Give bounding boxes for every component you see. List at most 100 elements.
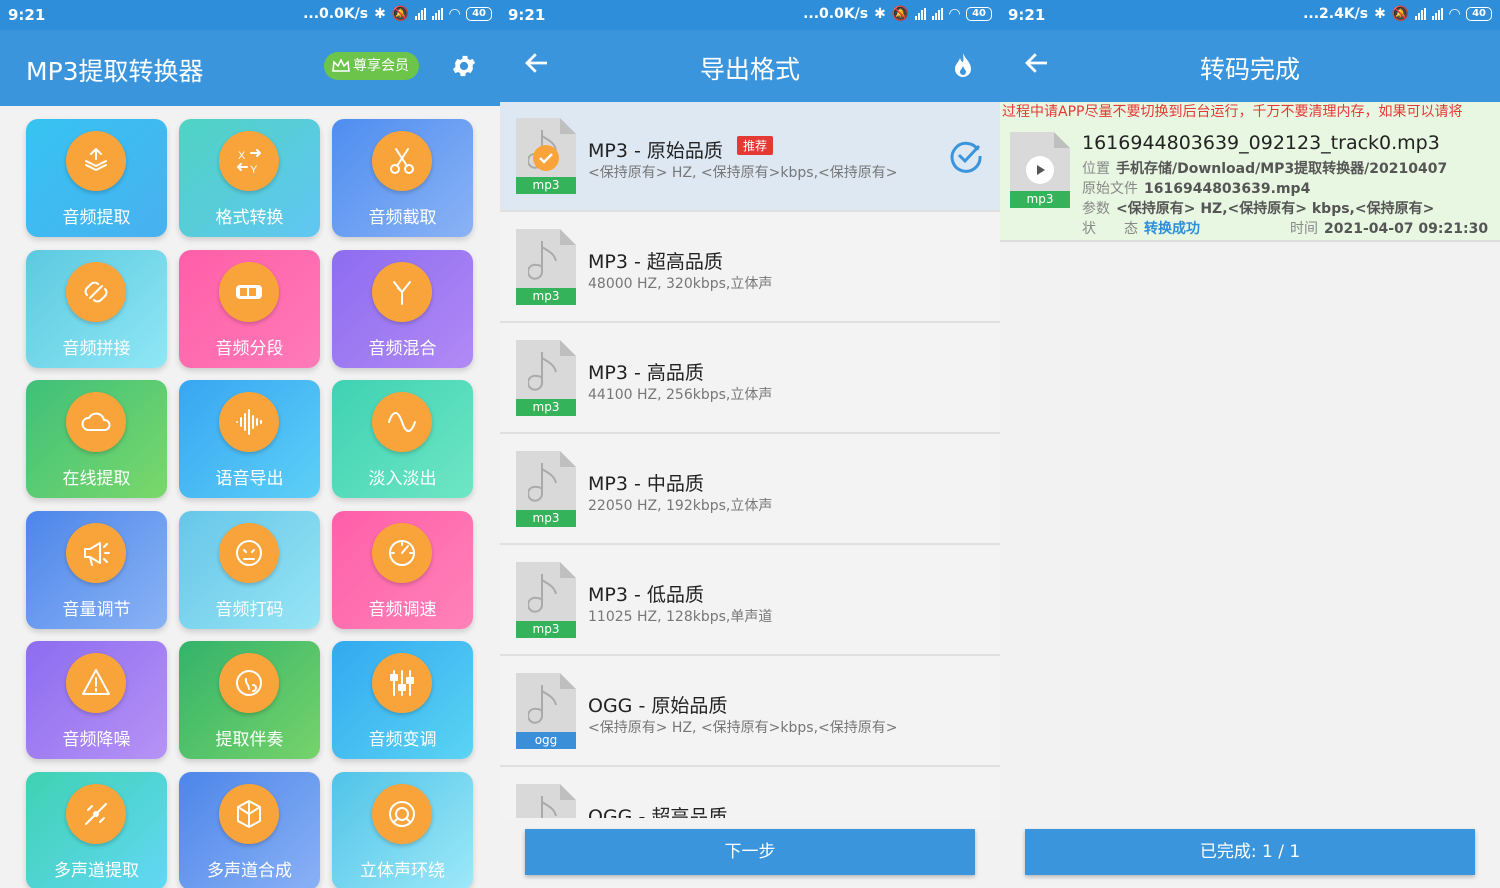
file-icon: mp3 (516, 562, 576, 638)
state-row: 状 态转换成功 (1082, 221, 1200, 237)
format-row[interactable]: ogg OGG - 超高品质 (500, 768, 1000, 818)
gear-icon[interactable] (450, 52, 478, 80)
params-row: 参数 <保持原有> HZ,<保持原有> kbps,<保持原有> (1082, 201, 1435, 217)
tile-segment[interactable]: 音频分段 (179, 249, 320, 368)
vip-button[interactable]: 尊享会员 (324, 52, 419, 80)
signal-icon (932, 8, 944, 20)
result-item[interactable]: mp3 1616944803639_092123_track0.mp3 位置 手机… (1000, 122, 1500, 242)
scissors-icon (390, 148, 414, 174)
wifi-icon: ◠ (949, 6, 961, 22)
network-speed: ...2.4K/s (1303, 6, 1369, 22)
app-bar: MP3提取转换器 尊享会员 (0, 30, 500, 106)
done-button[interactable]: 已完成: 1 / 1 (1025, 829, 1475, 875)
tile-label: 音频分段 (215, 338, 284, 359)
format-row[interactable]: ogg OGG - 原始品质 <保持原有> HZ, <保持原有>kbps,<保持原有… (500, 657, 1000, 767)
play-icon[interactable] (1026, 156, 1054, 184)
tile-icon-circle (66, 522, 126, 583)
tile-warning[interactable]: 音频降噪 (26, 641, 167, 759)
format-row[interactable]: mp3 MP3 - 超高品质 48000 HZ, 320kbps,立体声 (500, 213, 1000, 323)
tile-icon-circle (219, 261, 279, 322)
tile-cloud[interactable]: 在线提取 (26, 380, 167, 498)
tile-label: 音频变调 (368, 730, 437, 750)
signal-icon (415, 8, 427, 20)
tile-swap-xy[interactable]: X Y 格式转换 (179, 119, 320, 237)
check-circle-icon (533, 145, 559, 171)
surround-icon (389, 800, 415, 827)
status-bar: 9:21 ...0.0K/s ✱ 🔕 ◠ 40 (0, 0, 500, 30)
wifi-icon: ◠ (1449, 6, 1461, 22)
wifi-icon: ◠ (449, 6, 461, 22)
tile-icon-circle (372, 522, 432, 583)
tile-icon-circle (66, 653, 126, 713)
tile-singer[interactable]: 提取伴奏 (179, 641, 320, 759)
merge-icon (393, 280, 411, 305)
tile-layers-upload[interactable]: 音频提取 (26, 119, 167, 237)
page-title: 导出格式 (699, 55, 800, 84)
fire-icon[interactable] (952, 52, 974, 78)
tile-waveform[interactable]: 语音导出 (179, 380, 320, 498)
hexagon-icon (237, 799, 261, 828)
source-value: 1616944803639.mp4 (1144, 181, 1311, 197)
format-desc: <保持原有> HZ, <保持原有>kbps,<保持原有> (588, 720, 898, 736)
format-row[interactable]: mp3 MP3 - 原始品质 <保持原有> HZ, <保持原有>kbps,<保持原有… (500, 102, 1000, 212)
format-desc: 22050 HZ, 192kbps,立体声 (588, 498, 773, 514)
signal-icon (1432, 8, 1444, 20)
tile-merge[interactable]: 音频混合 (332, 249, 473, 368)
tile-label: 提取伴奏 (215, 730, 284, 750)
bluetooth-icon: ✱ (374, 6, 386, 22)
music-note-icon (527, 685, 557, 724)
file-ext-badge: mp3 (1010, 191, 1070, 208)
location-row: 位置 手机存储/Download/MP3提取转换器/20210407 (1082, 161, 1448, 177)
signal-icon (1415, 8, 1427, 20)
tile-link[interactable]: 音频拼接 (26, 249, 167, 368)
file-icon: ogg (516, 673, 576, 749)
home-screen: 9:21 ...0.0K/s ✱ 🔕 ◠ 40 MP3提取转换器 尊享会员 音频… (0, 0, 500, 888)
format-desc: 11025 HZ, 128kbps,单声道 (588, 609, 773, 625)
tile-split[interactable]: 多声道提取 (26, 771, 167, 888)
warning-icon (82, 669, 110, 695)
swap-xy-icon: XY (237, 149, 261, 176)
sine-wave-icon (388, 412, 416, 432)
network-speed: ...0.0K/s (303, 6, 369, 22)
tile-icon-circle (66, 783, 126, 844)
tile-hexagon[interactable]: 多声道合成 (179, 771, 320, 888)
tile-scissors[interactable]: 音频截取 (332, 119, 473, 237)
tile-label: 立体声环绕 (360, 860, 445, 881)
tile-icon-circle (372, 131, 432, 191)
app-bar: 导出格式 (500, 30, 1000, 102)
format-row[interactable]: mp3 MP3 - 高品质 44100 HZ, 256kbps,立体声 (500, 324, 1000, 434)
megaphone-icon (84, 541, 110, 566)
format-list[interactable]: mp3 MP3 - 原始品质 <保持原有> HZ, <保持原有>kbps,<保持原有… (500, 102, 1000, 818)
tile-surround[interactable]: 立体声环绕 (332, 771, 473, 888)
page-title: 转码完成 (1199, 55, 1300, 84)
tile-megaphone[interactable]: 音量调节 (26, 510, 167, 629)
file-icon: mp3 (516, 118, 576, 194)
tile-face[interactable]: 音频打码 (179, 510, 320, 629)
format-name: MP3 - 超高品质 (588, 251, 723, 273)
waveform-icon (236, 409, 262, 435)
tile-icon-circle (372, 653, 432, 713)
tile-label: 音量调节 (62, 599, 131, 620)
crown-icon (332, 59, 350, 72)
format-row[interactable]: mp3 MP3 - 低品质 11025 HZ, 128kbps,单声道 (500, 546, 1000, 656)
time-row: 时间 2021-04-07 09:21:30 (1290, 221, 1489, 237)
status-time: 9:21 (508, 6, 546, 24)
tile-label: 格式转换 (215, 208, 284, 228)
tile-icon-circle (66, 261, 126, 322)
tile-label: 语音导出 (215, 469, 284, 489)
bluetooth-icon: ✱ (874, 6, 886, 22)
format-row[interactable]: mp3 MP3 - 中品质 22050 HZ, 192kbps,立体声 (500, 435, 1000, 545)
format-desc: <保持原有> HZ, <保持原有>kbps,<保持原有> (588, 165, 898, 181)
tile-speedometer[interactable]: 音频调速 (332, 510, 473, 629)
tile-sine-wave[interactable]: 淡入淡出 (332, 380, 473, 498)
export-format-screen: 9:21 ...0.0K/s ✱ 🔕 ◠ 40 导出格式 mp3 MP3 - 原始… (500, 0, 1000, 888)
network-speed: ...0.0K/s (803, 6, 869, 22)
next-button[interactable]: 下一步 (525, 829, 975, 875)
tile-label: 音频混合 (368, 338, 437, 359)
format-name: MP3 - 高品质 (588, 362, 704, 384)
cloud-icon (81, 412, 111, 431)
tile-label: 音频截取 (368, 208, 437, 228)
tile-sliders[interactable]: 音频变调 (332, 641, 473, 759)
format-name: MP3 - 低品质 (588, 584, 704, 606)
tile-label: 音频降噪 (62, 730, 131, 750)
